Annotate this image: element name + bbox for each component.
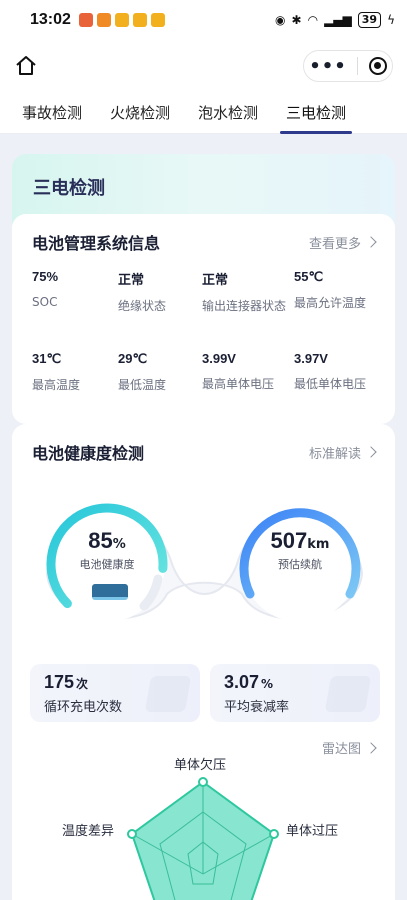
close-target-icon[interactable]: [368, 57, 387, 75]
range-unit: km: [307, 537, 330, 552]
bms-value: 55℃: [294, 269, 324, 284]
cycle-count-label: 循环充电次数: [44, 700, 123, 715]
bms-value: 正常: [202, 272, 229, 287]
view-more-link[interactable]: 查看更多: [308, 233, 377, 252]
eye-icon: ◉: [275, 13, 286, 27]
health-gauge-value: 85% 电池健康度: [37, 528, 177, 572]
view-more-label: 查看更多: [308, 236, 361, 252]
bms-label: 最高允许温度: [294, 296, 367, 310]
home-icon[interactable]: [14, 54, 38, 78]
bms-item: 31℃ 最高温度: [32, 351, 118, 425]
tab-fire[interactable]: 火烧检测: [110, 92, 170, 134]
bms-value: 3.97V: [294, 351, 328, 366]
app-notification-icon: [132, 13, 147, 27]
app-notification-icon: [78, 13, 93, 27]
bluetooth-icon: ✱: [291, 13, 302, 27]
gauge-area: 85% 电池健康度 507km 预估续航: [12, 484, 395, 644]
bms-label: 输出连接器状态: [202, 299, 287, 313]
bms-item: 55℃ 最高允许温度: [294, 269, 384, 343]
decay-rate-unit: %: [261, 677, 274, 691]
range-gauge-value: 507km 预估续航: [230, 528, 370, 572]
bms-item: 3.99V 最高单体电压: [202, 351, 294, 425]
bms-label: 绝缘状态: [118, 299, 167, 313]
health-card: 电池健康度检测 标准解读 85% 电池健康度 507km 预估续航 175 次 …: [12, 424, 395, 900]
radar-point: [198, 777, 208, 787]
title-bar: •••: [0, 40, 407, 92]
status-right: ◉ ✱ ◠ ▂▄▆ 39 ϟ: [275, 12, 395, 28]
battery-icon: [92, 584, 128, 600]
lightning-deco-icon: [324, 676, 372, 712]
tab-accident[interactable]: 事故检测: [22, 92, 82, 134]
bms-card-header: 电池管理系统信息 查看更多: [32, 230, 377, 254]
battery-icon: 39: [357, 12, 382, 28]
app-notification-icon: [114, 13, 129, 27]
bms-value: 75%: [32, 269, 59, 284]
chevron-right-icon: [365, 236, 377, 248]
radar-label-temp-diff: 温度差异: [62, 824, 115, 839]
bms-card: 电池管理系统信息 查看更多 75% SOC 正常绝缘状态 正常输出连接器状态 55…: [12, 214, 395, 424]
radar-label-overvoltage: 单体过压: [286, 824, 339, 839]
radar-point: [269, 829, 279, 839]
health-card-header: 电池健康度检测 标准解读: [32, 440, 377, 464]
cycle-count: 175 次: [44, 672, 88, 693]
radar-link[interactable]: 雷达图: [321, 738, 377, 757]
bms-item: 29℃ 最低温度: [118, 351, 202, 425]
app-notification-icon: [96, 13, 111, 27]
radar-link-label: 雷达图: [321, 742, 361, 757]
bms-item: 3.97V 最低单体电压: [294, 351, 384, 425]
chevron-right-icon: [365, 741, 377, 754]
range-caption: 预估续航: [278, 558, 322, 571]
status-time: 13:02: [30, 11, 71, 28]
decay-rate-box: 3.07% 平均衰减率: [210, 664, 380, 722]
bms-value: 31℃: [32, 351, 62, 366]
radar-label-undervoltage: 单体欠压: [174, 758, 227, 773]
section-title: 三电检测: [33, 178, 105, 199]
range-km: 507: [270, 528, 308, 553]
bms-value: 3.99V: [202, 351, 236, 366]
decay-rate-label: 平均衰减率: [224, 700, 290, 715]
bms-grid-row-2: 31℃ 最高温度 29℃ 最低温度 3.99V 最高单体电压 3.97V 最低单体电压: [32, 351, 381, 425]
bms-value: 正常: [118, 272, 145, 287]
tab-bar: 事故检测 火烧检测 泡水检测 三电检测: [0, 92, 407, 134]
cycle-count-value: 175: [44, 672, 75, 692]
capsule-divider: [357, 57, 359, 75]
more-icon[interactable]: •••: [309, 56, 347, 77]
bms-label: 最低单体电压: [294, 377, 367, 391]
bms-label: 最高温度: [32, 378, 81, 392]
wifi-icon: ◠: [307, 13, 319, 27]
bms-value: 29℃: [118, 351, 148, 366]
bms-item: 75% SOC: [32, 269, 118, 343]
standard-link[interactable]: 标准解读: [308, 443, 377, 462]
decay-rate-value: 3.07: [224, 672, 260, 692]
health-title: 电池健康度检测: [32, 444, 145, 463]
chevron-right-icon: [365, 446, 377, 458]
health-caption: 电池健康度: [79, 558, 135, 571]
bms-item: 正常 输出连接器状态: [202, 269, 294, 343]
bms-label: SOC: [32, 295, 58, 309]
battery-deco-icon: [144, 676, 192, 712]
miniapp-capsule: •••: [303, 50, 393, 82]
bms-title: 电池管理系统信息: [32, 234, 161, 253]
notification-icons: [78, 13, 165, 27]
radar-point: [127, 829, 137, 839]
tab-three-electric[interactable]: 三电检测: [280, 92, 353, 134]
cycle-count-unit: 次: [76, 677, 89, 691]
app-notification-icon: [150, 13, 165, 27]
tab-flood[interactable]: 泡水检测: [198, 92, 258, 134]
cycle-count-box: 175 次 循环充电次数: [30, 664, 200, 722]
status-bar: 13:02 ◉ ✱ ◠ ▂▄▆ 39 ϟ: [0, 0, 407, 40]
health-percent: 85: [88, 528, 113, 553]
bms-label: 最低温度: [118, 378, 167, 392]
signal-icon: ▂▄▆: [324, 13, 352, 27]
charging-icon: ϟ: [387, 13, 395, 27]
health-unit: %: [112, 537, 126, 552]
bms-item: 正常 绝缘状态: [118, 269, 202, 343]
bms-label: 最高单体电压: [202, 377, 275, 391]
bms-grid-row-1: 75% SOC 正常绝缘状态 正常输出连接器状态 55℃ 最高允许温度: [32, 269, 381, 343]
standard-link-label: 标准解读: [308, 446, 361, 462]
decay-rate: 3.07%: [224, 672, 273, 693]
